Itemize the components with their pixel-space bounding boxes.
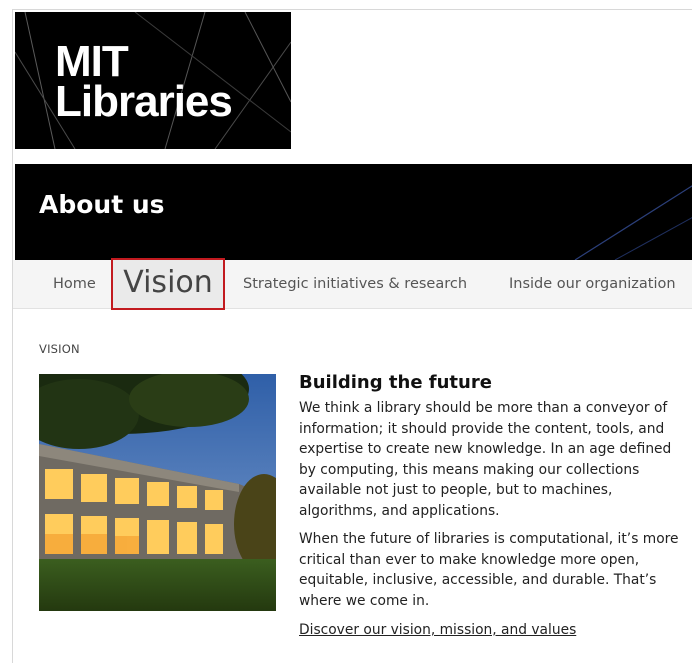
library-building-photo <box>39 374 276 611</box>
nav-inside-organization[interactable]: Inside our organization <box>509 260 676 308</box>
logo-text: MIT Libraries <box>55 37 233 126</box>
nav-vision[interactable]: Vision <box>111 258 225 310</box>
article-paragraph-2: When the future of libraries is computat… <box>299 531 679 609</box>
logo-line-1: MIT <box>55 37 129 86</box>
section-nav: Home Vision Strategic initiatives & rese… <box>13 258 692 310</box>
breadcrumb: VISION <box>39 342 80 356</box>
nav-home[interactable]: Home <box>53 260 96 308</box>
article: Building the future We think a library s… <box>299 372 692 638</box>
logo-line-2: Libraries <box>55 77 233 126</box>
article-paragraph-1: We think a library should be more than a… <box>299 400 672 519</box>
nav-strategic-initiatives[interactable]: Strategic initiatives & research <box>243 260 467 308</box>
page-frame: MIT Libraries About us Home Vision Strat… <box>12 9 692 663</box>
mit-libraries-logo[interactable]: MIT Libraries <box>15 12 291 149</box>
page-title: About us <box>39 190 165 219</box>
article-heading: Building the future <box>299 372 492 393</box>
page-banner: About us <box>15 164 692 260</box>
vision-mission-link[interactable]: Discover our vision, mission, and values <box>299 622 576 638</box>
